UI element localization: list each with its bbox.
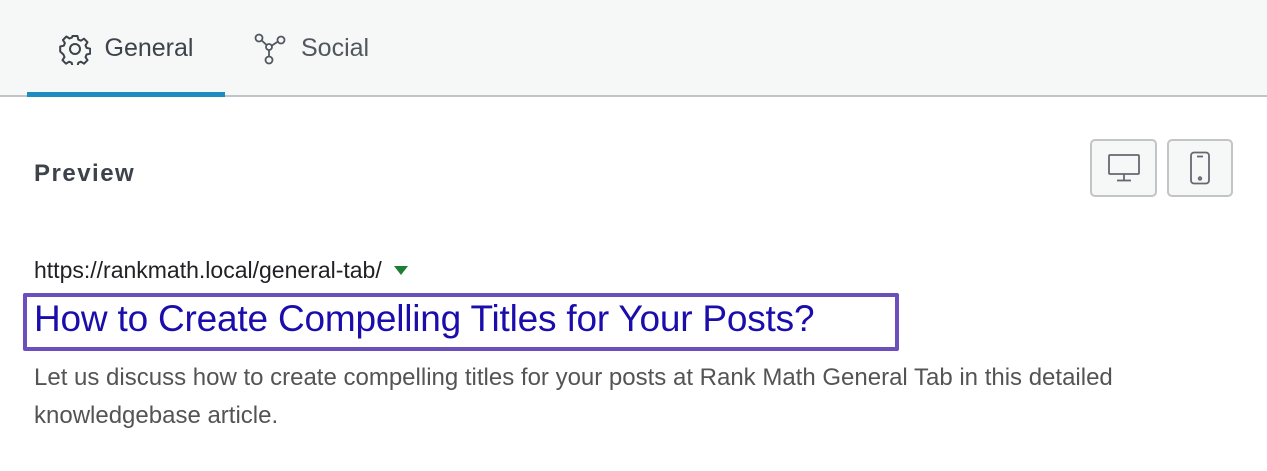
tab-bar: General Social (0, 0, 1267, 97)
desktop-icon (1107, 153, 1141, 183)
mobile-preview-button[interactable] (1167, 139, 1233, 197)
serp-url-text: https://rankmath.local/general-tab/ (34, 257, 382, 283)
caret-down-icon[interactable] (393, 266, 408, 275)
mobile-icon (1189, 151, 1211, 185)
desktop-preview-button[interactable] (1090, 139, 1157, 197)
tab-general-label: General (104, 34, 194, 62)
serp-description: Let us discuss how to create compelling … (34, 364, 1113, 429)
serp-url: https://rankmath.local/general-tab/ (34, 257, 408, 284)
serp-title[interactable]: How to Create Compelling Titles for Your… (34, 298, 815, 340)
share-nodes-icon (253, 32, 287, 66)
tab-social[interactable]: Social (253, 0, 369, 97)
tab-social-label: Social (301, 34, 370, 62)
active-tab-indicator (27, 92, 225, 97)
gear-icon (58, 33, 91, 65)
tab-general[interactable]: General (27, 0, 225, 97)
preview-heading: Preview (34, 160, 136, 187)
